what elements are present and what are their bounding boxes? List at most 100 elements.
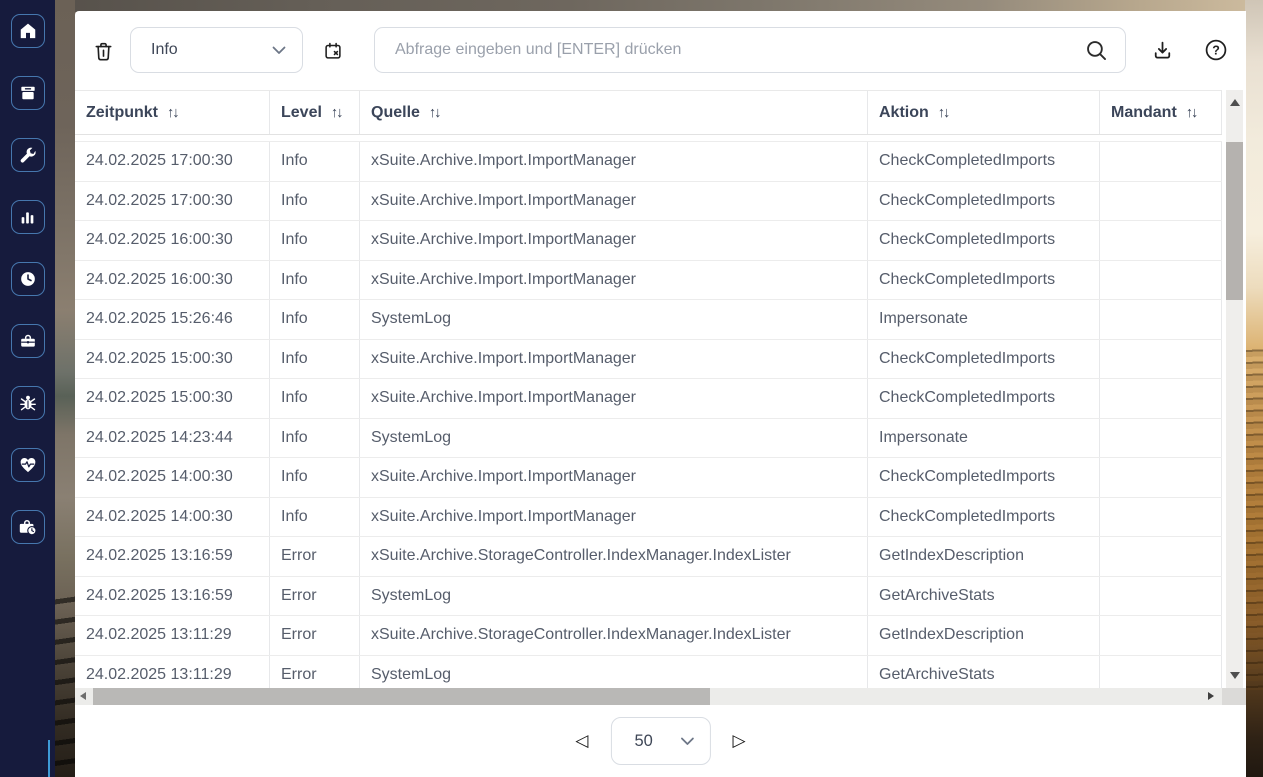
sort-icon: ↑↓ (429, 105, 440, 121)
table-row[interactable]: 24.02.2025 16:00:30InfoxSuite.Archive.Im… (75, 261, 1222, 301)
table-row[interactable]: 24.02.2025 13:11:29ErrorSystemLogGetArch… (75, 656, 1222, 689)
svg-text:?: ? (1212, 43, 1220, 57)
cell-level: Info (270, 498, 360, 537)
cell-quelle: xSuite.Archive.Import.ImportManager (360, 142, 868, 181)
table-header: Zeitpunkt ↑↓ Level ↑↓ Quelle ↑↓ Aktion ↑… (75, 90, 1222, 135)
cell-aktion: GetIndexDescription (868, 537, 1100, 576)
bar-chart-icon (18, 208, 37, 227)
scroll-left-arrow[interactable] (80, 692, 86, 700)
vertical-scrollbar[interactable] (1222, 90, 1246, 688)
content-panel: Info (75, 11, 1246, 777)
cell-level: Info (270, 182, 360, 221)
column-header-aktion[interactable]: Aktion ↑↓ (868, 91, 1100, 134)
cell-quelle: xSuite.Archive.StorageController.IndexMa… (360, 537, 868, 576)
cell-quelle: SystemLog (360, 577, 868, 616)
cell-quelle: xSuite.Archive.Import.ImportManager (360, 498, 868, 537)
cell-zeitpunkt: 24.02.2025 15:00:30 (75, 379, 270, 418)
cell-aktion: CheckCompletedImports (868, 498, 1100, 537)
sidebar-item-toolbox[interactable] (11, 324, 45, 358)
table-row[interactable]: 24.02.2025 14:00:30InfoxSuite.Archive.Im… (75, 458, 1222, 498)
previous-page-button[interactable]: ◁ (571, 729, 592, 754)
help-button[interactable]: ? (1201, 35, 1231, 65)
delete-logs-button[interactable] (89, 37, 117, 65)
search-button[interactable] (1080, 38, 1125, 63)
table-row[interactable]: 24.02.2025 14:00:30InfoxSuite.Archive.Im… (75, 498, 1222, 538)
home-icon (18, 21, 38, 41)
column-label: Aktion (879, 104, 929, 122)
cell-zeitpunkt: 24.02.2025 16:00:30 (75, 221, 270, 260)
cell-zeitpunkt: 24.02.2025 14:00:30 (75, 498, 270, 537)
date-filter-button[interactable] (319, 37, 347, 65)
page-size-value: 50 (635, 732, 680, 751)
sidebar-item-statistics[interactable] (11, 200, 45, 234)
cell-aktion: Impersonate (868, 300, 1100, 339)
sidebar-item-tools[interactable] (11, 138, 45, 172)
sidebar-item-partial (48, 740, 50, 777)
column-header-level[interactable]: Level ↑↓ (270, 91, 360, 134)
level-filter-value: Info (151, 41, 272, 59)
column-header-mandant[interactable]: Mandant ↑↓ (1100, 91, 1222, 134)
sidebar (0, 0, 55, 777)
cell-quelle: xSuite.Archive.Import.ImportManager (360, 221, 868, 260)
level-filter-dropdown[interactable]: Info (130, 27, 303, 73)
toolbox-icon (18, 331, 38, 351)
scroll-down-arrow[interactable] (1230, 672, 1240, 679)
cell-zeitpunkt: 24.02.2025 14:23:44 (75, 419, 270, 458)
search-input[interactable] (375, 41, 1080, 59)
table-row[interactable]: 24.02.2025 13:11:29ErrorxSuite.Archive.S… (75, 616, 1222, 656)
column-header-zeitpunkt[interactable]: Zeitpunkt ↑↓ (75, 91, 270, 134)
cell-mandant (1100, 577, 1222, 616)
cell-quelle: xSuite.Archive.Import.ImportManager (360, 261, 868, 300)
cell-mandant (1100, 221, 1222, 260)
trash-icon (92, 40, 115, 63)
cell-quelle: xSuite.Archive.StorageController.IndexMa… (360, 616, 868, 655)
cell-quelle: SystemLog (360, 300, 868, 339)
clock-icon (18, 269, 38, 289)
sidebar-item-home[interactable] (11, 14, 45, 48)
cell-quelle: xSuite.Archive.Import.ImportManager (360, 182, 868, 221)
sidebar-item-archive[interactable] (11, 76, 45, 110)
cell-zeitpunkt: 24.02.2025 15:26:46 (75, 300, 270, 339)
horizontal-scrollbar[interactable] (75, 688, 1222, 705)
cell-zeitpunkt: 24.02.2025 13:16:59 (75, 537, 270, 576)
scroll-right-arrow[interactable] (1208, 692, 1214, 700)
wrench-icon (18, 146, 37, 165)
cell-aktion: CheckCompletedImports (868, 379, 1100, 418)
sort-icon: ↑↓ (938, 105, 949, 121)
column-header-quelle[interactable]: Quelle ↑↓ (360, 91, 868, 134)
table-row[interactable]: 24.02.2025 13:16:59ErrorSystemLogGetArch… (75, 577, 1222, 617)
cell-zeitpunkt: 24.02.2025 14:00:30 (75, 458, 270, 497)
vertical-scrollbar-thumb[interactable] (1226, 142, 1243, 300)
download-button[interactable] (1147, 35, 1177, 65)
table-row[interactable]: 24.02.2025 17:00:30InfoxSuite.Archive.Im… (75, 182, 1222, 222)
sort-icon: ↑↓ (1186, 105, 1197, 121)
sidebar-item-scheduled-jobs[interactable] (11, 510, 45, 544)
toolbar: Info (75, 11, 1246, 90)
pagination: ◁ 50 ▷ (571, 717, 749, 765)
cell-zeitpunkt: 24.02.2025 13:11:29 (75, 656, 270, 689)
page-size-dropdown[interactable]: 50 (611, 717, 711, 765)
help-icon: ? (1203, 37, 1229, 63)
sort-icon: ↑↓ (167, 105, 178, 121)
table-row[interactable]: 24.02.2025 15:00:30InfoxSuite.Archive.Im… (75, 340, 1222, 380)
next-page-button[interactable]: ▷ (729, 729, 750, 754)
table-row[interactable]: 24.02.2025 16:00:30InfoxSuite.Archive.Im… (75, 221, 1222, 261)
horizontal-scrollbar-thumb[interactable] (93, 688, 710, 705)
table-row[interactable]: 24.02.2025 14:23:44InfoSystemLogImperson… (75, 419, 1222, 459)
download-icon (1150, 38, 1175, 63)
table-row[interactable]: 24.02.2025 13:16:59ErrorxSuite.Archive.S… (75, 537, 1222, 577)
column-label: Quelle (371, 104, 420, 122)
scroll-up-arrow[interactable] (1230, 99, 1240, 106)
sidebar-item-health[interactable] (11, 448, 45, 482)
cell-zeitpunkt: 24.02.2025 13:11:29 (75, 616, 270, 655)
column-label: Zeitpunkt (86, 104, 158, 122)
archive-box-icon (18, 83, 38, 103)
table-row[interactable]: 24.02.2025 15:26:46InfoSystemLogImperson… (75, 300, 1222, 340)
sidebar-item-history[interactable] (11, 262, 45, 296)
cell-mandant (1100, 261, 1222, 300)
sidebar-item-debug[interactable] (11, 386, 45, 420)
cell-zeitpunkt: 24.02.2025 16:00:30 (75, 261, 270, 300)
table-row[interactable]: 24.02.2025 17:00:30InfoxSuite.Archive.Im… (75, 142, 1222, 182)
table-row[interactable]: 24.02.2025 15:00:30InfoxSuite.Archive.Im… (75, 379, 1222, 419)
cell-aktion: CheckCompletedImports (868, 340, 1100, 379)
